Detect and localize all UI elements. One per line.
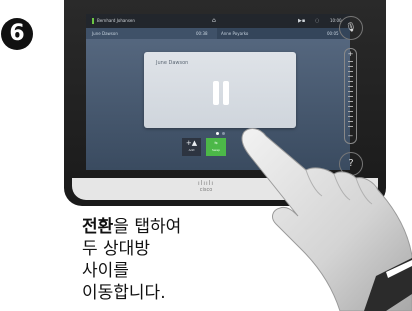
pause-icon xyxy=(213,81,219,105)
add-person-icon: +▲ xyxy=(185,139,198,147)
swap-button-label: Swap xyxy=(211,148,221,152)
page-indicator-dot[interactable] xyxy=(222,132,225,135)
instruction-line-4: 이동합니다. xyxy=(82,283,166,303)
instruction-line-1-rest: 을 탭하여 xyxy=(113,217,182,237)
step-number-badge: 6 xyxy=(1,18,33,50)
swap-button[interactable]: ⇆ Swap xyxy=(206,138,226,156)
pointing-hand-icon xyxy=(241,128,412,311)
user-name[interactable]: Bernhard Johansen xyxy=(92,14,135,28)
camera-icon[interactable]: ▶▪ xyxy=(298,14,305,28)
add-participant-button[interactable]: +▲ Add xyxy=(182,138,201,156)
call-left-name[interactable]: June Dawson xyxy=(92,28,118,39)
call-card-name: June Dawson xyxy=(156,60,189,66)
instruction-text: 전환을 탭하여 두 상대방 사이를 이동합니다. xyxy=(82,216,181,304)
instruction-line-3: 사이를 xyxy=(82,261,129,281)
home-icon[interactable]: ⌂ xyxy=(212,14,216,28)
add-button-label: Add xyxy=(188,148,195,152)
call-left-duration: 00:38 xyxy=(196,31,208,36)
instruction-line-2: 두 상대방 xyxy=(82,239,150,259)
call-bar: June Dawson 00:38 Anne Poyarko 00:05 xyxy=(86,28,350,39)
volume-up-icon[interactable]: + xyxy=(345,49,356,59)
microphone-icon[interactable]: 🎙 xyxy=(339,16,363,40)
instruction-line-1: 전환을 탭하여 xyxy=(82,216,181,238)
page-indicator-dot-active[interactable] xyxy=(216,132,219,135)
swap-icon: ⇆ xyxy=(214,140,218,145)
volume-ticks xyxy=(348,61,353,129)
on-hold-call-card[interactable]: June Dawson xyxy=(144,52,296,128)
pause-icon-bar xyxy=(223,81,229,105)
call-right-segment[interactable]: Anne Poyarko 00:05 xyxy=(217,28,350,39)
instruction-keyword: 전환 xyxy=(82,217,114,237)
status-bar: Bernhard Johansen ⌂ ▶▪ ◌ 10:00 xyxy=(86,14,350,28)
call-right-name: Anne Poyarko xyxy=(221,31,249,36)
cisco-logo: ılıılı cisco xyxy=(194,181,218,194)
cisco-logo-text: cisco xyxy=(199,187,213,193)
mute-icon[interactable]: ◌ xyxy=(315,14,319,28)
